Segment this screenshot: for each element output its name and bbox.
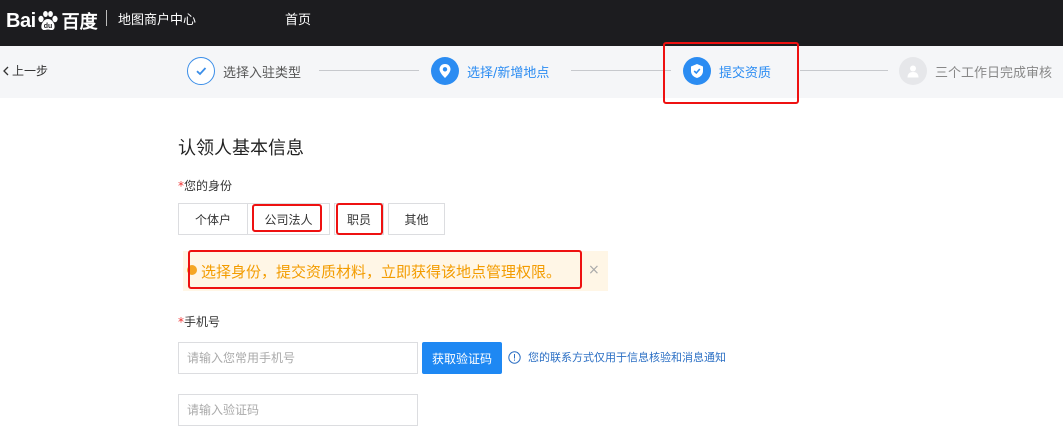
identity-option-legal-person[interactable]: 公司法人 [247, 203, 330, 235]
identity-option-staff[interactable]: 职员 [334, 203, 384, 235]
identity-label-text: 您的身份 [184, 179, 233, 193]
warning-dot-icon [187, 265, 197, 275]
info-icon [508, 350, 521, 364]
step-label: 选择入驻类型 [223, 65, 302, 81]
notice-banner: 选择身份，提交资质材料，立即获得该地点管理权限。 × [183, 251, 608, 291]
check-icon [187, 57, 215, 85]
step-connector [571, 70, 671, 71]
identity-label: *您的身份 [178, 177, 232, 194]
hint-text: 您的联系方式仅用于信息核验和消息通知 [528, 351, 726, 364]
privacy-hint: 您的联系方式仅用于信息核验和消息通知 [508, 349, 726, 365]
shield-check-icon [683, 57, 711, 85]
product-name: 地图商户中心 [118, 13, 197, 28]
location-pin-icon [431, 57, 459, 85]
baidu-logo[interactable]: Bai du 百度 [6, 8, 98, 34]
code-input[interactable] [178, 394, 418, 426]
chevron-left-icon [3, 66, 9, 75]
logo-divider [106, 10, 107, 26]
paw-icon: du [38, 11, 58, 31]
step-select-location[interactable]: 选择/新增地点 [431, 57, 549, 85]
get-code-button[interactable]: 获取验证码 [422, 342, 502, 374]
identity-option-individual[interactable]: 个体户 [178, 203, 248, 235]
back-button[interactable]: 上一步 [2, 62, 48, 79]
logo-cn: 百度 [61, 12, 98, 33]
step-connector [800, 70, 888, 71]
step-select-type[interactable]: 选择入驻类型 [187, 57, 301, 85]
top-navbar: Bai du 百度 地图商户中心 首页 [0, 0, 1063, 46]
nav-home-link[interactable]: 首页 [285, 9, 311, 28]
step-label: 提交资质 [719, 65, 772, 81]
notice-text: 选择身份，提交资质材料，立即获得该地点管理权限。 [201, 263, 562, 281]
step-review[interactable]: 三个工作日完成审核 [899, 57, 1052, 85]
section-title: 认领人基本信息 [178, 138, 304, 159]
user-icon [899, 57, 927, 85]
step-submit-qualification[interactable]: 提交资质 [683, 57, 771, 85]
identity-option-other[interactable]: 其他 [388, 203, 445, 235]
step-label: 选择/新增地点 [467, 65, 550, 81]
phone-label-text: 手机号 [184, 315, 221, 329]
phone-input[interactable] [178, 342, 418, 374]
phone-label: *手机号 [178, 313, 220, 330]
steps-bar: 上一步 选择入驻类型 选择/新增地点 提交资质 三个工作日完成审核 [0, 46, 1063, 98]
logo-latin: Bai [6, 9, 36, 32]
step-connector [319, 70, 419, 71]
logo-du: du [43, 23, 52, 30]
back-label: 上一步 [12, 64, 49, 78]
close-icon[interactable]: × [588, 262, 600, 278]
step-label: 三个工作日完成审核 [935, 65, 1053, 81]
